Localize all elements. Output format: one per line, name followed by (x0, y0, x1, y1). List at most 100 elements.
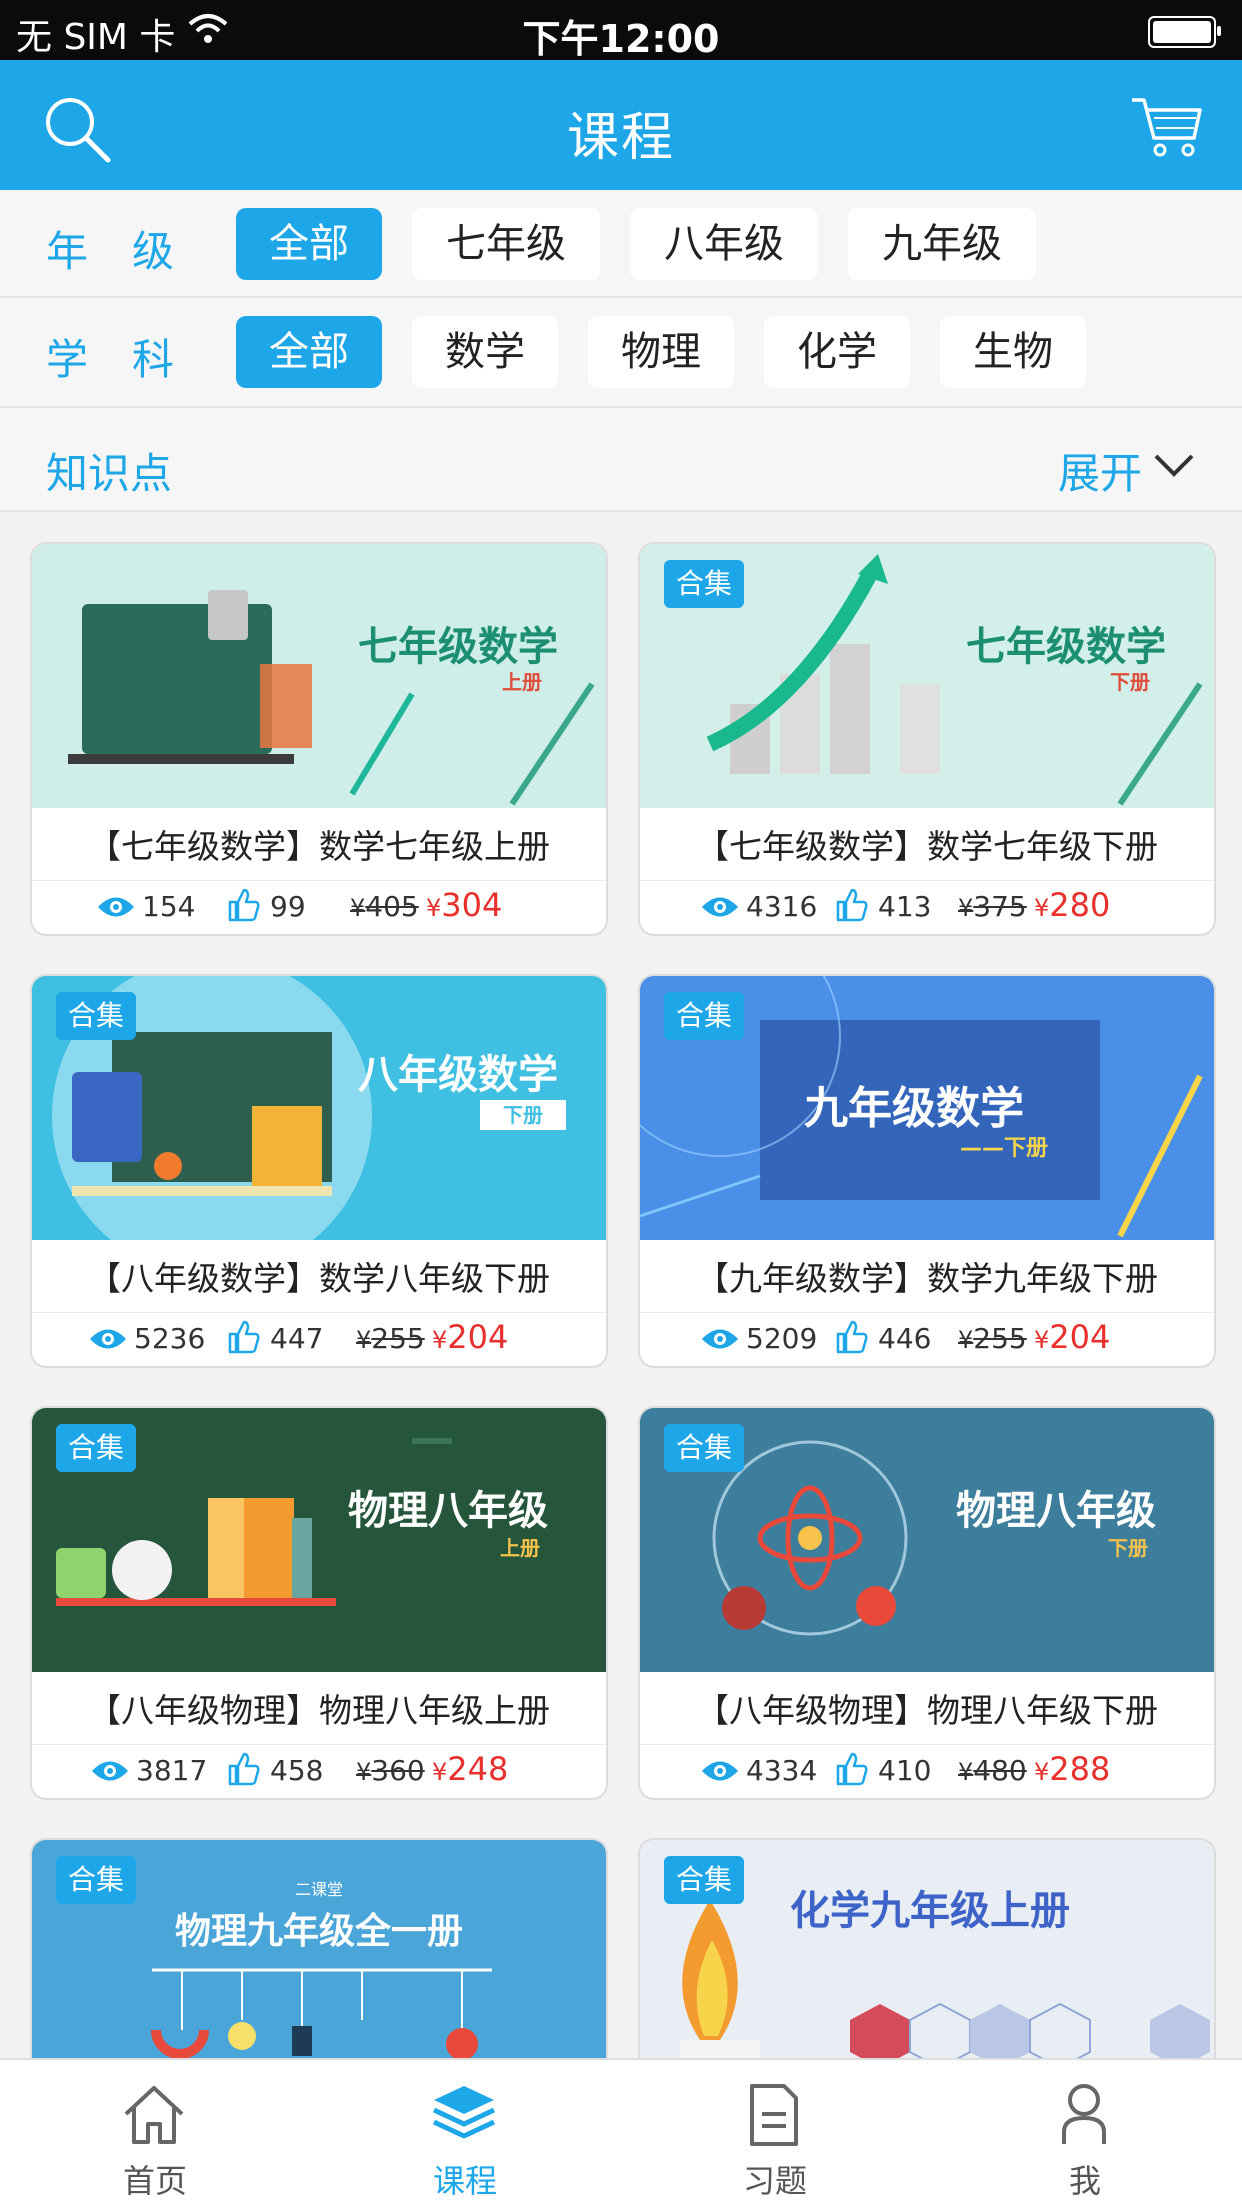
thumbnail-title: 八年级数学 (358, 1052, 558, 1098)
likes-count: 413 (878, 890, 932, 923)
tab-label: 首页 (122, 2162, 187, 2200)
like-icon (228, 1752, 260, 1786)
sale-price: ¥204 (1034, 1318, 1110, 1356)
grade-option-7[interactable]: 七年级 (412, 208, 600, 280)
card-divider (640, 1312, 1214, 1313)
like-icon (836, 888, 868, 922)
views-count: 154 (142, 890, 196, 923)
sale-price-value: 248 (447, 1750, 509, 1788)
card-divider (32, 1744, 606, 1745)
thumbnail-subtitle: 上册 (502, 670, 542, 694)
course-meta: 4334 410 ¥480 ¥288 (640, 1748, 1214, 1794)
views-count: 5209 (746, 1322, 818, 1355)
tab-home[interactable]: 首页 (0, 2060, 310, 2210)
course-thumbnail: 合集 八年级数学 下册 (32, 976, 606, 1240)
eye-icon (98, 897, 134, 917)
sale-price-value: 204 (1049, 1318, 1111, 1356)
layers-icon (432, 2086, 496, 2139)
views-count: 4316 (746, 890, 818, 923)
course-thumbnail: 合集 七年级数学 下册 (640, 544, 1214, 808)
eye-icon (702, 1329, 738, 1349)
original-price-value: 375 (973, 890, 1027, 923)
course-card[interactable]: 合集 物理八年级 上册 【八年级物理】物理八年级上册 3817 458 ¥360… (32, 1408, 606, 1798)
collection-badge: 合集 (664, 992, 744, 1040)
original-price: ¥255 (356, 1322, 425, 1355)
currency-symbol: ¥ (1034, 1326, 1050, 1354)
sale-price: ¥288 (1034, 1750, 1110, 1788)
subject-option-all[interactable]: 全部 (236, 316, 382, 388)
currency-symbol: ¥ (426, 894, 442, 922)
views-count: 5236 (134, 1322, 206, 1355)
grade-option-8[interactable]: 八年级 (630, 208, 818, 280)
thumbnail-title: 物理八年级 (956, 1488, 1156, 1534)
course-meta: 4316 413 ¥375 ¥280 (640, 884, 1214, 930)
sale-price: ¥248 (432, 1750, 508, 1788)
knowledge-row[interactable]: 知识点 展开 (0, 408, 1242, 512)
tab-me[interactable]: 我 (930, 2060, 1240, 2210)
course-meta: 5209 446 ¥255 ¥204 (640, 1316, 1214, 1362)
original-price: ¥405 (350, 890, 419, 923)
original-price-value: 405 (365, 890, 419, 923)
tab-exercises[interactable]: 习题 (620, 2060, 930, 2210)
course-card[interactable]: 合集 九年级数学 ——下册 【九年级数学】数学九年级下册 5209 446 ¥2… (640, 976, 1214, 1366)
status-time: 下午12:00 (522, 17, 720, 61)
views-count: 4334 (746, 1754, 818, 1787)
course-thumbnail: 合集 物理八年级 下册 (640, 1408, 1214, 1672)
like-icon (836, 1320, 868, 1354)
page-title: 课程 (566, 108, 675, 168)
course-title: 【七年级数学】数学七年级下册 (696, 827, 1158, 866)
grade-label: 年级 (46, 227, 219, 276)
like-icon (228, 1320, 260, 1354)
original-price-value: 255 (973, 1322, 1027, 1355)
thumbnail-title: 化学九年级上册 (790, 1888, 1070, 1934)
likes-count: 447 (270, 1322, 324, 1355)
views-count: 3817 (136, 1754, 208, 1787)
course-card[interactable]: 合集 物理八年级 下册 【八年级物理】物理八年级下册 4334 410 ¥480… (640, 1408, 1214, 1798)
nav-bar: 课程 (0, 60, 1242, 190)
subject-option-physics[interactable]: 物理 (588, 316, 734, 388)
original-price: ¥255 (958, 1322, 1027, 1355)
subject-option-chemistry[interactable]: 化学 (764, 316, 910, 388)
original-price-value: 480 (973, 1754, 1027, 1787)
original-price: ¥480 (958, 1754, 1027, 1787)
likes-count: 446 (878, 1322, 932, 1355)
collection-badge: 合集 (56, 1856, 136, 1904)
subject-option-math[interactable]: 数学 (412, 316, 558, 388)
likes-count: 410 (878, 1754, 932, 1787)
sale-price-value: 204 (447, 1318, 509, 1356)
currency-symbol: ¥ (1034, 894, 1050, 922)
sale-price: ¥280 (1034, 886, 1110, 924)
course-grid: 七年级数学 上册 【七年级数学】数学七年级上册 154 99 ¥405 ¥304 (0, 512, 1242, 2058)
course-card[interactable]: 合集 七年级数学 下册 【七年级数学】数学七年级下册 4316 413 ¥375… (640, 544, 1214, 934)
course-card[interactable]: 七年级数学 上册 【七年级数学】数学七年级上册 154 99 ¥405 ¥304 (32, 544, 606, 934)
course-thumbnail: 合集 物理八年级 上册 (32, 1408, 606, 1672)
expand-button[interactable]: 展开 (1058, 440, 1142, 501)
sale-price-value: 280 (1049, 886, 1111, 924)
thumbnail-subtitle: ——下册 (960, 1136, 1049, 1161)
eye-icon (702, 897, 738, 917)
chevron-down-icon[interactable] (1152, 444, 1196, 484)
tab-courses[interactable]: 课程 (310, 2060, 620, 2210)
course-thumbnail: 合集 九年级数学 ——下册 (640, 976, 1214, 1240)
cart-icon[interactable] (1130, 94, 1204, 160)
grade-option-9[interactable]: 九年级 (848, 208, 1036, 280)
tab-label: 课程 (432, 2162, 497, 2200)
currency-symbol: ¥ (1034, 1758, 1050, 1786)
course-card[interactable]: 合集 八年级数学 下册 【八年级数学】数学八年级下册 5236 447 ¥255… (32, 976, 606, 1366)
collection-badge: 合集 (56, 1424, 136, 1472)
course-thumbnail: 七年级数学 上册 (32, 544, 606, 808)
subject-option-biology[interactable]: 生物 (940, 316, 1086, 388)
course-card[interactable]: 合集 化学九年级上册 (640, 1840, 1214, 2058)
likes-count: 458 (270, 1754, 324, 1787)
original-price-value: 255 (371, 1322, 425, 1355)
currency-symbol: ¥ (356, 1326, 372, 1354)
eye-icon (702, 1761, 738, 1781)
tab-label: 习题 (742, 2162, 807, 2200)
currency-symbol: ¥ (958, 1326, 974, 1354)
card-divider (640, 880, 1214, 881)
subject-label: 学科 (46, 335, 219, 384)
document-icon (750, 2084, 798, 2146)
thumbnail-title: 七年级数学 (358, 624, 558, 670)
course-card[interactable]: 合集 物理九年级全一册 二课堂 (32, 1840, 606, 2058)
grade-option-all[interactable]: 全部 (236, 208, 382, 280)
